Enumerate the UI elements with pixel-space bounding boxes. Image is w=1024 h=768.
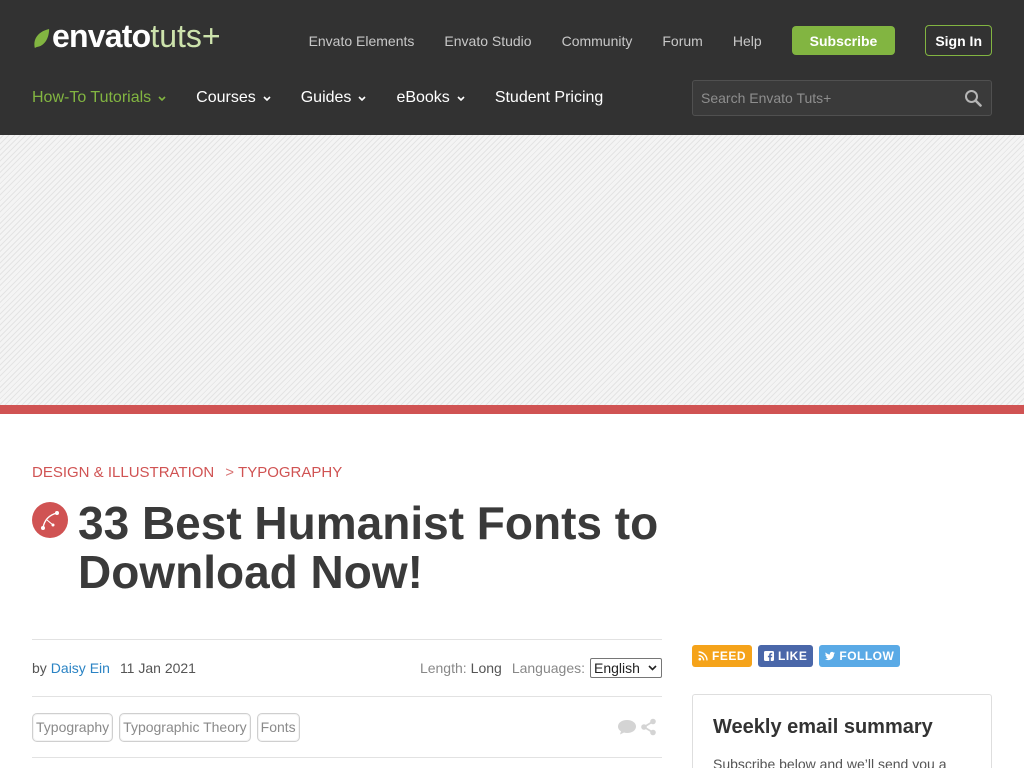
language-select[interactable]: English — [590, 658, 662, 678]
breadcrumb: DESIGN & ILLUSTRATION > TYPOGRAPHY — [32, 462, 342, 482]
comment-icon[interactable] — [617, 718, 637, 736]
length-label: Length: — [419, 660, 467, 676]
logo-product: tuts+ — [150, 18, 221, 54]
chevron-down-icon — [158, 95, 166, 101]
like-label: LIKE — [778, 649, 808, 663]
search-icon[interactable] — [964, 89, 982, 107]
follow-label: FOLLOW — [839, 649, 895, 663]
nav-label: eBooks — [396, 89, 450, 106]
meta-divider — [32, 757, 662, 758]
ad-banner-placeholder — [0, 135, 1024, 405]
chevron-down-icon — [648, 665, 657, 671]
main-nav: How-To Tutorials Courses Guides eBooks S… — [32, 86, 603, 110]
meta-row-byline: by Daisy Ein 11 Jan 2021 Length: Long La… — [32, 639, 662, 696]
top-nav-envato-elements[interactable]: Envato Elements — [309, 33, 415, 49]
newsletter-title: Weekly email summary — [713, 716, 933, 738]
breadcrumb-separator: > — [225, 463, 235, 481]
search-box — [692, 80, 992, 116]
logo-text: envatotuts+ — [52, 20, 221, 52]
nav-guides[interactable]: Guides — [301, 89, 367, 107]
facebook-like-button[interactable]: LIKE — [758, 645, 814, 667]
facebook-icon — [764, 651, 775, 661]
logo-brand: envato — [52, 18, 151, 54]
nav-label: How-To Tutorials — [32, 89, 152, 106]
sign-in-button[interactable]: Sign In — [925, 25, 992, 56]
rss-icon — [698, 651, 708, 661]
tag-list: Typography Typographic Theory Fonts — [32, 712, 300, 742]
length-value: Long — [470, 660, 502, 676]
bezier-curve-icon — [41, 511, 59, 530]
article-actions — [617, 718, 657, 736]
search-input[interactable] — [701, 81, 951, 115]
top-nav-help[interactable]: Help — [733, 33, 762, 49]
tag-fonts[interactable]: Fonts — [256, 712, 300, 742]
newsletter-box: Weekly email summary Subscribe below and… — [692, 694, 992, 768]
top-nav: Envato Elements Envato Studio Community … — [309, 25, 992, 56]
feed-label: FEED — [712, 649, 747, 663]
languages-label: Languages: — [511, 660, 585, 676]
category-badge[interactable] — [32, 502, 68, 538]
tag-typographic-theory[interactable]: Typographic Theory — [119, 712, 251, 742]
twitter-icon — [825, 651, 836, 661]
top-nav-community[interactable]: Community — [562, 33, 633, 49]
top-nav-forum[interactable]: Forum — [662, 33, 702, 49]
category-stripe — [0, 405, 1024, 414]
site-header: envatotuts+ Envato Elements Envato Studi… — [0, 0, 1024, 135]
feed-button[interactable]: FEED — [692, 645, 753, 667]
meta-row-tags: Typography Typographic Theory Fonts — [32, 696, 662, 757]
twitter-follow-button[interactable]: FOLLOW — [819, 645, 901, 667]
tag-typography[interactable]: Typography — [32, 712, 114, 742]
nav-ebooks[interactable]: eBooks — [396, 89, 465, 107]
nav-label: Courses — [196, 89, 256, 106]
breadcrumb-typography[interactable]: TYPOGRAPHY — [238, 464, 342, 481]
nav-label: Student Pricing — [494, 89, 604, 106]
nav-courses[interactable]: Courses — [196, 89, 271, 107]
chevron-down-icon — [457, 95, 465, 101]
breadcrumb-design-illustration[interactable]: DESIGN & ILLUSTRATION — [32, 464, 214, 481]
article-info: Length: Long Languages: English — [420, 658, 662, 678]
nav-label: Guides — [300, 89, 352, 106]
byline: by Daisy Ein 11 Jan 2021 — [32, 660, 196, 676]
social-buttons: FEED LIKE FOLLOW — [692, 645, 901, 667]
envato-tuts-logo[interactable]: envatotuts+ — [32, 20, 222, 54]
by-label: by — [32, 660, 47, 676]
article-meta: by Daisy Ein 11 Jan 2021 Length: Long La… — [32, 639, 662, 758]
nav-how-to-tutorials[interactable]: How-To Tutorials — [32, 89, 166, 107]
nav-student-pricing[interactable]: Student Pricing — [495, 89, 604, 107]
leaf-icon — [34, 29, 50, 48]
share-icon[interactable] — [640, 718, 657, 736]
article-title: 33 Best Humanist Fonts to Download Now! — [78, 497, 659, 598]
chevron-down-icon — [263, 95, 271, 101]
chevron-down-icon — [358, 95, 367, 101]
language-selected: English — [594, 660, 640, 676]
top-nav-envato-studio[interactable]: Envato Studio — [444, 33, 531, 49]
publish-date: 11 Jan 2021 — [119, 660, 196, 676]
newsletter-text: Subscribe below and we’ll send you a — [713, 756, 947, 768]
author-link[interactable]: Daisy Ein — [51, 660, 110, 676]
subscribe-button[interactable]: Subscribe — [791, 26, 896, 55]
